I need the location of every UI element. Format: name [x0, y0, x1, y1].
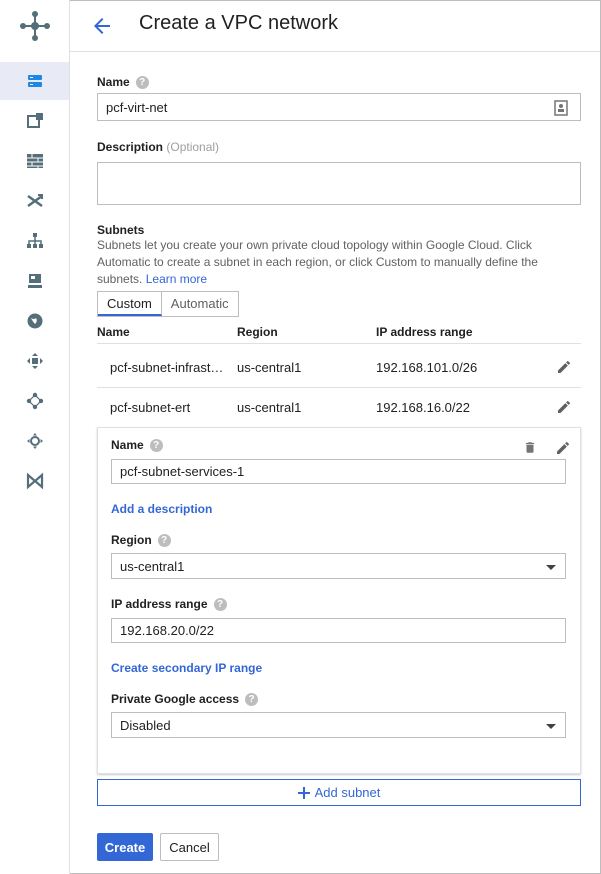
- page-title: Create a VPC network: [139, 12, 338, 34]
- cloud-interconnect-icon: [26, 433, 43, 449]
- region-select[interactable]: us-central1: [111, 553, 566, 579]
- name-input[interactable]: pcf-virt-net: [97, 93, 581, 121]
- description-textarea[interactable]: [97, 162, 581, 205]
- description-label: Description (Optional): [97, 140, 220, 154]
- sidebar-item-external-ip[interactable]: [0, 102, 69, 140]
- name-input-value: pcf-virt-net: [106, 99, 168, 115]
- column-header-name: Name: [97, 325, 130, 339]
- sidebar-item-firewall[interactable]: [0, 142, 69, 180]
- create-button[interactable]: Create: [97, 833, 153, 861]
- sidebar-item-peering[interactable]: [0, 222, 69, 260]
- private-google-access-label: Private Google access?: [111, 692, 259, 707]
- edit-pencil-icon[interactable]: [556, 399, 572, 415]
- serverless-access-icon: [27, 313, 42, 329]
- help-icon[interactable]: ?: [245, 693, 259, 707]
- subnet-ip-range: 192.168.16.0/22: [376, 400, 470, 415]
- name-label: Name?: [97, 75, 149, 90]
- sidebar-item-vpc-networks[interactable]: [0, 62, 69, 100]
- sidebar-item-shared-vpc[interactable]: [0, 262, 69, 300]
- edit-pencil-icon[interactable]: [555, 440, 571, 456]
- private-google-access-select[interactable]: Disabled: [111, 712, 566, 738]
- subnet-name: pcf-subnet-infrast…: [110, 360, 224, 375]
- add-description-link[interactable]: Add a description: [111, 502, 212, 516]
- column-header-region: Region: [237, 325, 278, 339]
- delete-trash-icon[interactable]: [523, 440, 537, 455]
- vpc-logo-icon: [0, 0, 70, 52]
- packet-mirroring-icon: [26, 353, 43, 369]
- ip-range-label: IP address range?: [111, 597, 227, 612]
- dropdown-arrow-icon: [546, 565, 556, 570]
- subnet-region: us-central1: [237, 360, 302, 375]
- routes-icon: [26, 194, 43, 208]
- region-label: Region?: [111, 533, 171, 548]
- table-row[interactable]: pcf-subnet-infrast… us-central1 192.168.…: [97, 348, 581, 388]
- column-header-ip-range: IP address range: [376, 325, 473, 339]
- sidebar-item-serverless-access[interactable]: [0, 302, 69, 340]
- sidebar-item-connectivity[interactable]: [0, 462, 69, 500]
- subnets-help-text: Subnets let you create your own private …: [97, 238, 538, 286]
- ip-range-input[interactable]: 192.168.20.0/22: [111, 618, 566, 643]
- subnets-heading: Subnets: [97, 223, 145, 237]
- tab-automatic[interactable]: Automatic: [162, 292, 238, 316]
- add-subnet-button[interactable]: Add subnet: [97, 779, 581, 806]
- sidebar: [0, 0, 70, 874]
- help-icon[interactable]: ?: [149, 439, 163, 453]
- create-secondary-range-link[interactable]: Create secondary IP range: [111, 661, 262, 675]
- help-icon[interactable]: ?: [157, 534, 171, 548]
- subnet-name-input[interactable]: pcf-subnet-services-1: [111, 459, 566, 484]
- external-ip-icon: [26, 113, 43, 128]
- tab-custom[interactable]: Custom: [98, 292, 162, 316]
- help-icon[interactable]: ?: [135, 76, 149, 90]
- table-header-divider: [97, 343, 581, 344]
- subnet-mode-tabs: Custom Automatic: [97, 291, 239, 317]
- sidebar-item-cloud-interconnect[interactable]: [0, 422, 69, 460]
- shared-vpc-icon: [27, 274, 42, 288]
- contact-card-icon: [554, 100, 568, 116]
- dropdown-arrow-icon: [546, 724, 556, 729]
- firewall-icon: [26, 154, 43, 168]
- header: Create a VPC network: [70, 0, 600, 52]
- back-arrow-icon[interactable]: [90, 14, 114, 38]
- plus-icon: [297, 786, 310, 799]
- edit-pencil-icon[interactable]: [556, 359, 572, 375]
- vpc-network-icon: [27, 75, 42, 87]
- sidebar-item-packet-mirroring[interactable]: [0, 342, 69, 380]
- subnet-ip-range: 192.168.101.0/26: [376, 360, 478, 375]
- subnet-name: pcf-subnet-ert: [110, 400, 191, 415]
- network-topology-icon: [26, 392, 43, 410]
- connectivity-icon: [26, 472, 43, 490]
- help-icon[interactable]: ?: [213, 598, 227, 612]
- table-row[interactable]: pcf-subnet-ert us-central1 192.168.16.0/…: [97, 388, 581, 428]
- subnet-region: us-central1: [237, 400, 302, 415]
- cancel-button[interactable]: Cancel: [160, 833, 219, 861]
- sidebar-item-network-topology[interactable]: [0, 382, 69, 420]
- subnet-name-label: Name?: [111, 438, 163, 453]
- peering-icon: [26, 233, 43, 248]
- learn-more-link[interactable]: Learn more: [146, 272, 207, 286]
- sidebar-item-routes[interactable]: [0, 182, 69, 220]
